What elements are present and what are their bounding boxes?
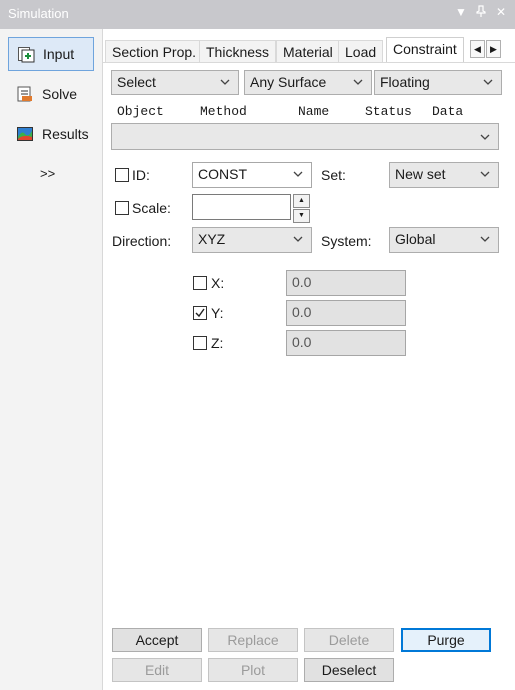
- column-header-name: Name: [298, 104, 330, 119]
- id-label: ID:: [132, 167, 150, 183]
- tab-scroll-left-icon[interactable]: ◀: [470, 40, 485, 58]
- tab-material[interactable]: Material: [276, 40, 340, 62]
- checkmark-icon: [195, 308, 205, 318]
- solve-icon: [16, 85, 34, 103]
- system-label: System:: [321, 233, 372, 249]
- y-axis-checkbox[interactable]: [193, 306, 207, 320]
- simulation-sidebar: Input Solve Results >>: [0, 29, 103, 690]
- dropdown-arrow-icon[interactable]: ▼: [455, 5, 467, 19]
- z-axis-label: Z:: [211, 335, 224, 351]
- column-header-method: Method: [200, 104, 247, 119]
- chevron-down-icon: [220, 79, 230, 85]
- x-axis-checkbox[interactable]: [193, 276, 207, 290]
- chevron-down-icon: [480, 171, 490, 177]
- edit-button[interactable]: Edit: [112, 658, 202, 682]
- chevron-up-icon[interactable]: ▲: [293, 194, 310, 208]
- chevron-down-icon: [293, 236, 303, 242]
- set-value: New set: [395, 166, 446, 182]
- window-title: Simulation: [8, 6, 69, 21]
- tab-thickness[interactable]: Thickness: [199, 40, 277, 62]
- delete-button[interactable]: Delete: [304, 628, 394, 652]
- results-icon: [16, 125, 34, 143]
- sidebar-item-label: Solve: [42, 86, 78, 102]
- deselect-button[interactable]: Deselect: [304, 658, 394, 682]
- id-dropdown[interactable]: CONST: [192, 162, 312, 188]
- chevron-down-icon: [293, 171, 303, 177]
- tab-bar: Section Prop. Thickness Material Load Co…: [103, 37, 515, 63]
- expand-sidebar-button[interactable]: >>: [40, 166, 55, 181]
- plot-button[interactable]: Plot: [208, 658, 298, 682]
- floating-mode-dropdown[interactable]: Floating: [374, 70, 502, 95]
- surface-filter-dropdown[interactable]: Any Surface: [244, 70, 372, 95]
- set-label: Set:: [321, 167, 346, 183]
- tab-constraint[interactable]: Constraint: [386, 37, 464, 63]
- scale-stepper[interactable]: ▲ ▼: [293, 194, 310, 223]
- replace-button[interactable]: Replace: [208, 628, 298, 652]
- surface-filter-value: Any Surface: [250, 74, 327, 90]
- y-axis-value-field[interactable]: 0.0: [286, 300, 406, 326]
- sidebar-item-label: Results: [42, 126, 89, 142]
- purge-button[interactable]: Purge: [401, 628, 491, 652]
- z-axis-value-field[interactable]: 0.0: [286, 330, 406, 356]
- select-mode-value: Select: [117, 74, 156, 90]
- input-icon: [17, 45, 35, 63]
- tab-divider: [103, 62, 515, 63]
- scale-input[interactable]: [192, 194, 291, 220]
- y-axis-label: Y:: [211, 305, 224, 321]
- object-list-dropdown[interactable]: [111, 123, 499, 150]
- accept-button[interactable]: Accept: [112, 628, 202, 652]
- sidebar-item-solve[interactable]: Solve: [8, 77, 94, 111]
- column-header-data: Data: [432, 104, 464, 119]
- chevron-down-icon: [480, 134, 490, 140]
- tab-scroll-right-icon[interactable]: ▶: [486, 40, 501, 58]
- close-icon[interactable]: ✕: [496, 5, 506, 19]
- chevron-down-icon[interactable]: ▼: [293, 209, 310, 223]
- floating-mode-value: Floating: [380, 74, 430, 90]
- tab-section-prop[interactable]: Section Prop.: [105, 40, 204, 62]
- chevron-down-icon: [480, 236, 490, 242]
- direction-dropdown[interactable]: XYZ: [192, 227, 312, 253]
- direction-label: Direction:: [112, 233, 172, 249]
- chevron-down-icon: [483, 79, 493, 85]
- select-mode-dropdown[interactable]: Select: [111, 70, 239, 95]
- sidebar-item-input[interactable]: Input: [8, 37, 94, 71]
- sidebar-item-results[interactable]: Results: [8, 117, 94, 151]
- column-header-status: Status: [365, 104, 412, 119]
- z-axis-checkbox[interactable]: [193, 336, 207, 350]
- x-axis-value-field[interactable]: 0.0: [286, 270, 406, 296]
- column-header-object: Object: [117, 104, 164, 119]
- constraint-panel: Section Prop. Thickness Material Load Co…: [103, 29, 515, 690]
- scale-checkbox[interactable]: [115, 201, 129, 215]
- sidebar-item-label: Input: [43, 46, 75, 62]
- window-titlebar: Simulation ▼ ✕: [0, 0, 515, 29]
- pin-icon[interactable]: [476, 5, 486, 20]
- scale-label: Scale:: [132, 200, 171, 216]
- id-value: CONST: [198, 166, 247, 182]
- tab-load[interactable]: Load: [338, 40, 384, 62]
- x-axis-label: X:: [211, 275, 225, 291]
- chevron-down-icon: [353, 79, 363, 85]
- system-value: Global: [395, 231, 436, 247]
- system-dropdown[interactable]: Global: [389, 227, 499, 253]
- id-checkbox[interactable]: [115, 168, 129, 182]
- direction-value: XYZ: [198, 231, 226, 247]
- set-dropdown[interactable]: New set: [389, 162, 499, 188]
